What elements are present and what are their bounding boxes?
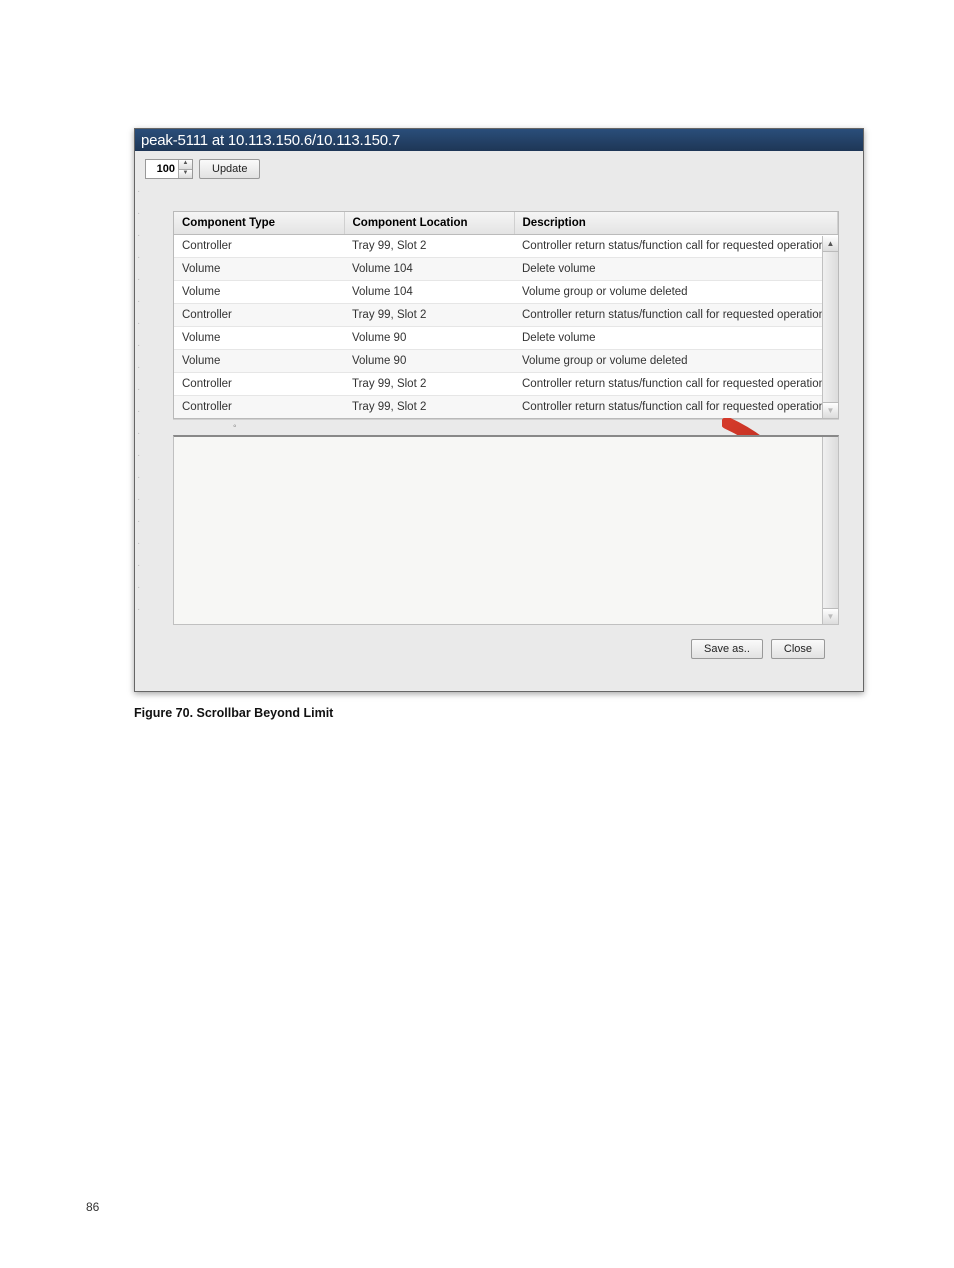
table-cell-desc: Volume group or volume deleted [514,350,838,373]
table-row[interactable]: ControllerTray 99, Slot 2Controller retu… [174,373,838,396]
table-cell-type: Controller [174,396,344,419]
table-row[interactable]: ControllerTray 99, Slot 2Controller retu… [174,396,838,419]
table-cell-location: Volume 90 [344,327,514,350]
save-as-button[interactable]: Save as.. [691,639,763,659]
figure-caption: Figure 70. Scrollbar Beyond Limit [134,706,894,720]
scroll-down-icon[interactable]: ▼ [823,402,838,418]
col-header-type[interactable]: Component Type [174,212,344,235]
table-cell-type: Controller [174,304,344,327]
detail-scroll-down-icon[interactable]: ▼ [823,608,838,624]
table-cell-location: Tray 99, Slot 2 [344,304,514,327]
table-cell-type: Volume [174,258,344,281]
vertical-scrollbar[interactable]: ▲ ▼ [822,236,838,418]
table-cell-desc: Controller return status/function call f… [514,235,838,258]
event-table: Component Type Component Location Descri… [173,211,839,419]
table-cell-type: Volume [174,327,344,350]
window-title: peak-5111 at 10.113.150.6/10.113.150.7 [135,129,863,151]
table-cell-desc: Controller return status/function call f… [514,396,838,419]
table-row[interactable]: VolumeVolume 90Volume group or volume de… [174,350,838,373]
table-cell-location: Volume 104 [344,281,514,304]
table-cell-type: Volume [174,350,344,373]
table-cell-desc: Delete volume [514,258,838,281]
scroll-up-icon[interactable]: ▲ [823,236,838,252]
spinner-down-icon[interactable]: ▼ [179,170,192,179]
table-cell-location: Tray 99, Slot 2 [344,373,514,396]
table-row[interactable]: VolumeVolume 90Delete volume [174,327,838,350]
update-button[interactable]: Update [199,159,260,179]
toolbar: ▲ ▼ Update [135,151,863,185]
table-cell-location: Volume 104 [344,258,514,281]
table-cell-desc: Volume group or volume deleted [514,281,838,304]
horizontal-scrollbar[interactable]: ◦ [173,419,839,433]
dialog: peak-5111 at 10.113.150.6/10.113.150.7 ·… [134,128,864,692]
table-cell-location: Tray 99, Slot 2 [344,235,514,258]
spinner-up-icon[interactable]: ▲ [179,160,192,170]
close-button[interactable]: Close [771,639,825,659]
col-header-description[interactable]: Description [514,212,838,235]
table-cell-desc: Delete volume [514,327,838,350]
table-cell-location: Volume 90 [344,350,514,373]
table-cell-desc: Controller return status/function call f… [514,304,838,327]
table-row[interactable]: VolumeVolume 104Delete volume [174,258,838,281]
table-cell-type: Controller [174,235,344,258]
table-row[interactable]: ControllerTray 99, Slot 2Controller retu… [174,235,838,258]
table-cell-location: Tray 99, Slot 2 [344,396,514,419]
table-row[interactable]: VolumeVolume 104Volume group or volume d… [174,281,838,304]
record-count-input[interactable] [146,160,178,178]
table-cell-type: Controller [174,373,344,396]
table-row[interactable]: ControllerTray 99, Slot 2Controller retu… [174,304,838,327]
table-cell-type: Volume [174,281,344,304]
page-number: 86 [86,1200,99,1214]
record-count-spinner[interactable]: ▲ ▼ [145,159,193,179]
col-header-location[interactable]: Component Location [344,212,514,235]
detail-panel: ▼ [173,435,839,625]
table-cell-desc: Controller return status/function call f… [514,373,838,396]
detail-vertical-scrollbar[interactable]: ▼ [822,437,838,624]
